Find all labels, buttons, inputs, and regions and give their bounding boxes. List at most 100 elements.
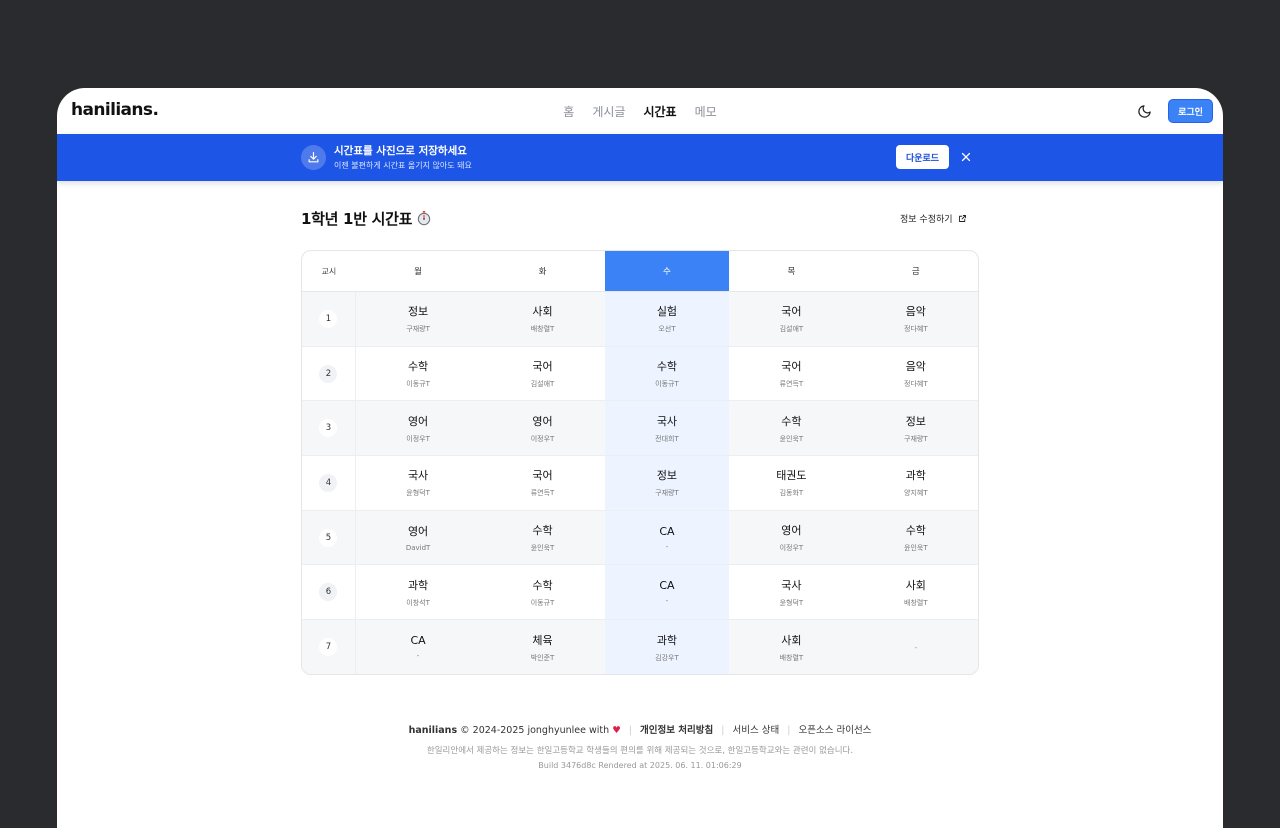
period-label: 4 (319, 473, 338, 492)
nav-home[interactable]: 홈 (563, 103, 574, 120)
subject-name: 체육 (532, 633, 553, 647)
timetable-cell[interactable]: CA - (604, 510, 730, 565)
privacy-policy-link[interactable]: 개인정보 처리방침 (640, 725, 713, 736)
day-header-fri: 금 (911, 267, 920, 277)
subject-name: 국어 (781, 360, 802, 374)
timetable-cell[interactable]: 태권도 김동화T (729, 456, 853, 510)
teacher-name: 배창렬T (779, 653, 804, 662)
period-label: 3 (319, 419, 338, 438)
timetable-cell[interactable]: 수학이동규T (480, 565, 604, 619)
period-label: 1 (319, 309, 338, 328)
timetable: 교시 월 화 수 목 금 1 정보 구재량T 사회 배창렬T 실험 오선T 국어 김설애T 음악 정… (301, 250, 979, 675)
timetable-cell[interactable]: 국어김설애T (729, 292, 853, 346)
period-number: 5 (302, 510, 356, 565)
subject-name: 수학 (532, 524, 553, 538)
table-row: 6 과학 이창석T 수학 이동규T CA - 국사 윤형덕T 사회 배창렬T (302, 565, 978, 621)
login-button[interactable]: 로그인 (1168, 99, 1213, 123)
timetable-cell[interactable]: 정보 구재량T (356, 292, 480, 346)
nav-timetable[interactable]: 시간표 (643, 103, 676, 120)
teacher-name: 배창렬T (904, 598, 928, 607)
subject-name: 국어 (781, 305, 802, 319)
timetable-cell[interactable]: 체육박인준T (480, 620, 604, 674)
download-icon (301, 145, 326, 170)
table-row: 4 국사 윤형덕T 국어 류연득T 정보 구재량T 태권도 김동화T 과학 양지혜T (302, 456, 978, 511)
timetable-cell[interactable]: 국사 윤형덕T (356, 456, 480, 510)
timetable-cell[interactable]: 사회 배창렬T (729, 620, 853, 674)
timetable-cell[interactable]: 음악정다혜T (854, 347, 978, 401)
download-button[interactable]: 다운로드 (896, 145, 949, 169)
nav-memo[interactable]: 메모 (695, 103, 717, 120)
teacher-name: 정다혜T (904, 325, 928, 334)
timetable-cell[interactable]: 과학 양지혜T (854, 456, 978, 510)
timetable-cell[interactable]: 국어 류연득T (729, 347, 853, 401)
teacher-name: 오선T (658, 325, 676, 334)
teacher-name: 이정우T (530, 434, 555, 443)
subject-name: 수학 (781, 414, 802, 428)
subject-name: 영어 (532, 414, 553, 428)
teacher-name: 이동규T (406, 380, 430, 389)
timetable-cell[interactable]: 실험오선T (604, 292, 730, 346)
service-status-link[interactable]: 서비스 상태 (732, 725, 779, 736)
timetable-body: 1 정보 구재량T 사회 배창렬T 실험 오선T 국어 김설애T 음악 정다혜T 2 수학 이동규T 국어 김… (302, 292, 978, 674)
timetable-cell[interactable]: 영어이정우T (480, 401, 604, 455)
teacher-name: 박인준T (530, 653, 555, 662)
timetable-cell[interactable]: CA - (604, 565, 730, 620)
timetable-cell[interactable]: 영어 이정우T (729, 511, 853, 565)
top-header: hanilians. 홈 게시글 시간표 메모 로그인 (57, 88, 1223, 134)
period-number: 4 (302, 456, 356, 510)
subject-name: 음악 (905, 305, 926, 319)
table-row: 7 CA - 체육 박인준T 과학 김강우T 사회 배창렬T - (302, 620, 978, 674)
subject-name: 음악 (905, 360, 926, 374)
teacher-name: 윤인욱T (530, 544, 555, 553)
timetable-cell[interactable]: 정보 구재량T (854, 401, 978, 455)
oss-license-link[interactable]: 오픈소스 라이선스 (798, 725, 871, 736)
timetable-cell[interactable]: 사회 배창렬T (480, 292, 604, 346)
subject-name: 정보 (407, 305, 429, 319)
subject-name: 수학 (532, 578, 553, 592)
timetable-cell[interactable]: 수학 윤인욱T (854, 511, 978, 565)
footer-copyright: © 2024-2025 jonghyunlee with (460, 725, 610, 736)
teacher-name: 이동규T (530, 598, 555, 607)
timetable-cell[interactable]: 사회배창렬T (854, 565, 978, 619)
edit-info-link[interactable]: 정보 수정하기 (900, 212, 967, 225)
timetable-cell[interactable]: 영어 이정우T (356, 401, 480, 455)
timetable-cell[interactable]: 음악정다혜T (854, 292, 978, 346)
timetable-cell[interactable]: 과학 이창석T (356, 565, 480, 619)
moon-icon[interactable] (1137, 104, 1152, 119)
period-number: 3 (302, 401, 356, 456)
timetable-cell[interactable]: 과학 김강우T (604, 620, 730, 674)
banner-title: 시간표를 사진으로 저장하세요 (334, 145, 467, 157)
subject-name: 사회 (905, 578, 926, 592)
timetable-cell[interactable]: 영어 DavidT (356, 511, 480, 565)
timetable-cell[interactable]: 수학 이동규T (604, 346, 730, 401)
close-icon[interactable] (960, 151, 972, 163)
timetable-cell[interactable]: 국어 류연득T (480, 456, 604, 510)
timetable-cell[interactable]: 수학윤인욱T (480, 511, 604, 565)
day-header-tue: 화 (538, 267, 547, 277)
teacher-name: 김설애T (779, 325, 804, 334)
timetable-cell[interactable]: 국어김설애T (480, 347, 604, 401)
subject-name: 과학 (905, 469, 926, 483)
teacher-name: - (665, 542, 669, 551)
period-label: 6 (319, 583, 338, 602)
teacher-name: 윤형덕T (406, 489, 430, 498)
timetable-cell[interactable]: 국사 윤형덕T (729, 565, 853, 619)
timetable-cell[interactable]: 정보 구재량T (604, 456, 730, 510)
teacher-name: 김설애T (530, 380, 555, 389)
subject-name: CA (659, 579, 675, 593)
subject-name: 실험 (656, 305, 678, 319)
timetable-cell[interactable]: 국사 전대희T (604, 401, 730, 456)
main-nav: 홈 게시글 시간표 메모 (57, 103, 1223, 120)
table-row: 1 정보 구재량T 사회 배창렬T 실험 오선T 국어 김설애T 음악 정다혜T (302, 292, 978, 347)
timetable-cell[interactable]: - (854, 620, 978, 674)
nav-posts[interactable]: 게시글 (592, 103, 625, 120)
footer-brand: hanilians (408, 725, 458, 736)
timetable-cell[interactable]: 수학 이동규T (356, 347, 480, 401)
teacher-name: 정다혜T (904, 380, 928, 389)
stopwatch-icon (417, 211, 431, 226)
subject-name: 국어 (532, 360, 553, 374)
footer-build-info: Build 3476d8c Rendered at 2025. 06. 11. … (538, 761, 742, 770)
timetable-cell[interactable]: 수학 윤인욱T (729, 401, 853, 455)
timetable-cell[interactable]: CA - (356, 620, 480, 674)
subject-name: 사회 (532, 305, 553, 319)
